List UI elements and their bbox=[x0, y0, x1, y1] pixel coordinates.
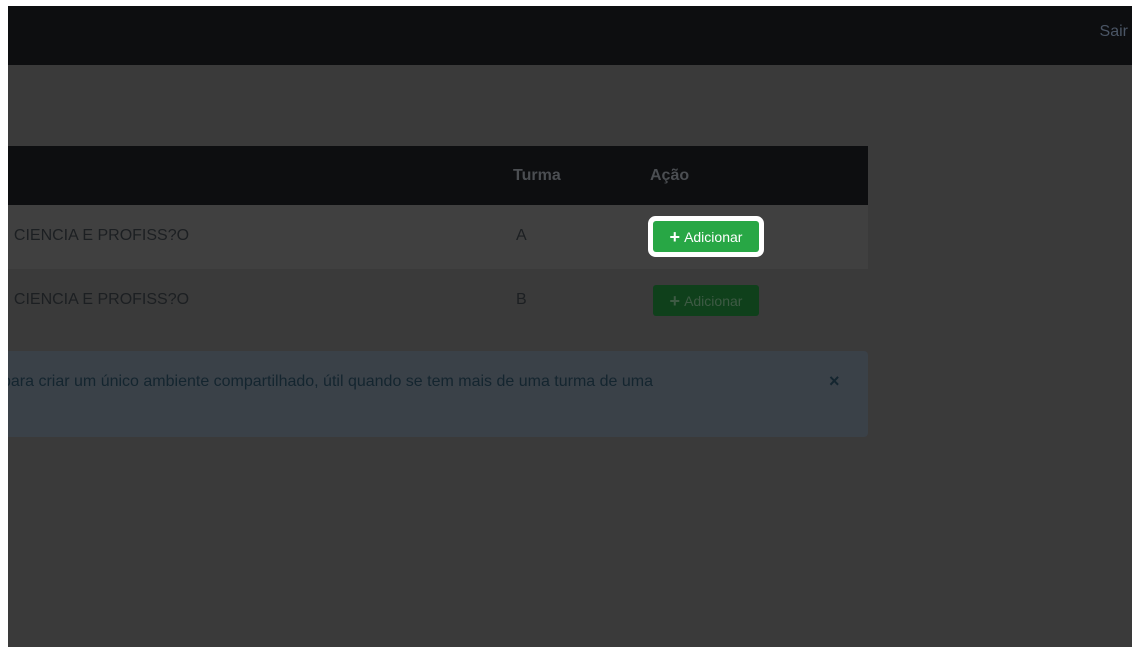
plus-icon: + bbox=[669, 290, 681, 311]
classes-table: Turma Ação : CIENCIA E PROFISS?O A + Adi… bbox=[8, 146, 868, 333]
table-row: : CIENCIA E PROFISS?O A + Adicionar bbox=[8, 205, 868, 269]
info-alert: para criar um único ambiente compartilha… bbox=[8, 351, 868, 437]
course-name-cell: : CIENCIA E PROFISS?O bbox=[8, 291, 190, 308]
plus-icon: + bbox=[669, 226, 681, 247]
column-header-turma: Turma bbox=[513, 167, 561, 184]
add-button-label: Adicionar bbox=[684, 292, 743, 309]
column-header-acao: Ação bbox=[650, 167, 690, 184]
add-button[interactable]: + Adicionar bbox=[653, 285, 759, 316]
add-button[interactable]: + Adicionar bbox=[653, 221, 759, 252]
add-button-label: Adicionar bbox=[684, 228, 743, 245]
course-name-cell: : CIENCIA E PROFISS?O bbox=[8, 227, 190, 244]
table-row: : CIENCIA E PROFISS?O B + Adicionar bbox=[8, 269, 868, 333]
table-header: Turma Ação bbox=[8, 146, 868, 205]
close-icon[interactable]: × bbox=[829, 371, 840, 392]
logout-link[interactable]: Sair bbox=[1100, 23, 1128, 41]
alert-message: para criar um único ambiente compartilha… bbox=[8, 373, 653, 390]
turma-cell: B bbox=[516, 291, 527, 308]
top-navbar: Sair bbox=[8, 6, 1132, 65]
page-frame: Sair Turma Ação : CIENCIA E PROFISS?O A … bbox=[8, 6, 1132, 647]
turma-cell: A bbox=[516, 227, 527, 244]
